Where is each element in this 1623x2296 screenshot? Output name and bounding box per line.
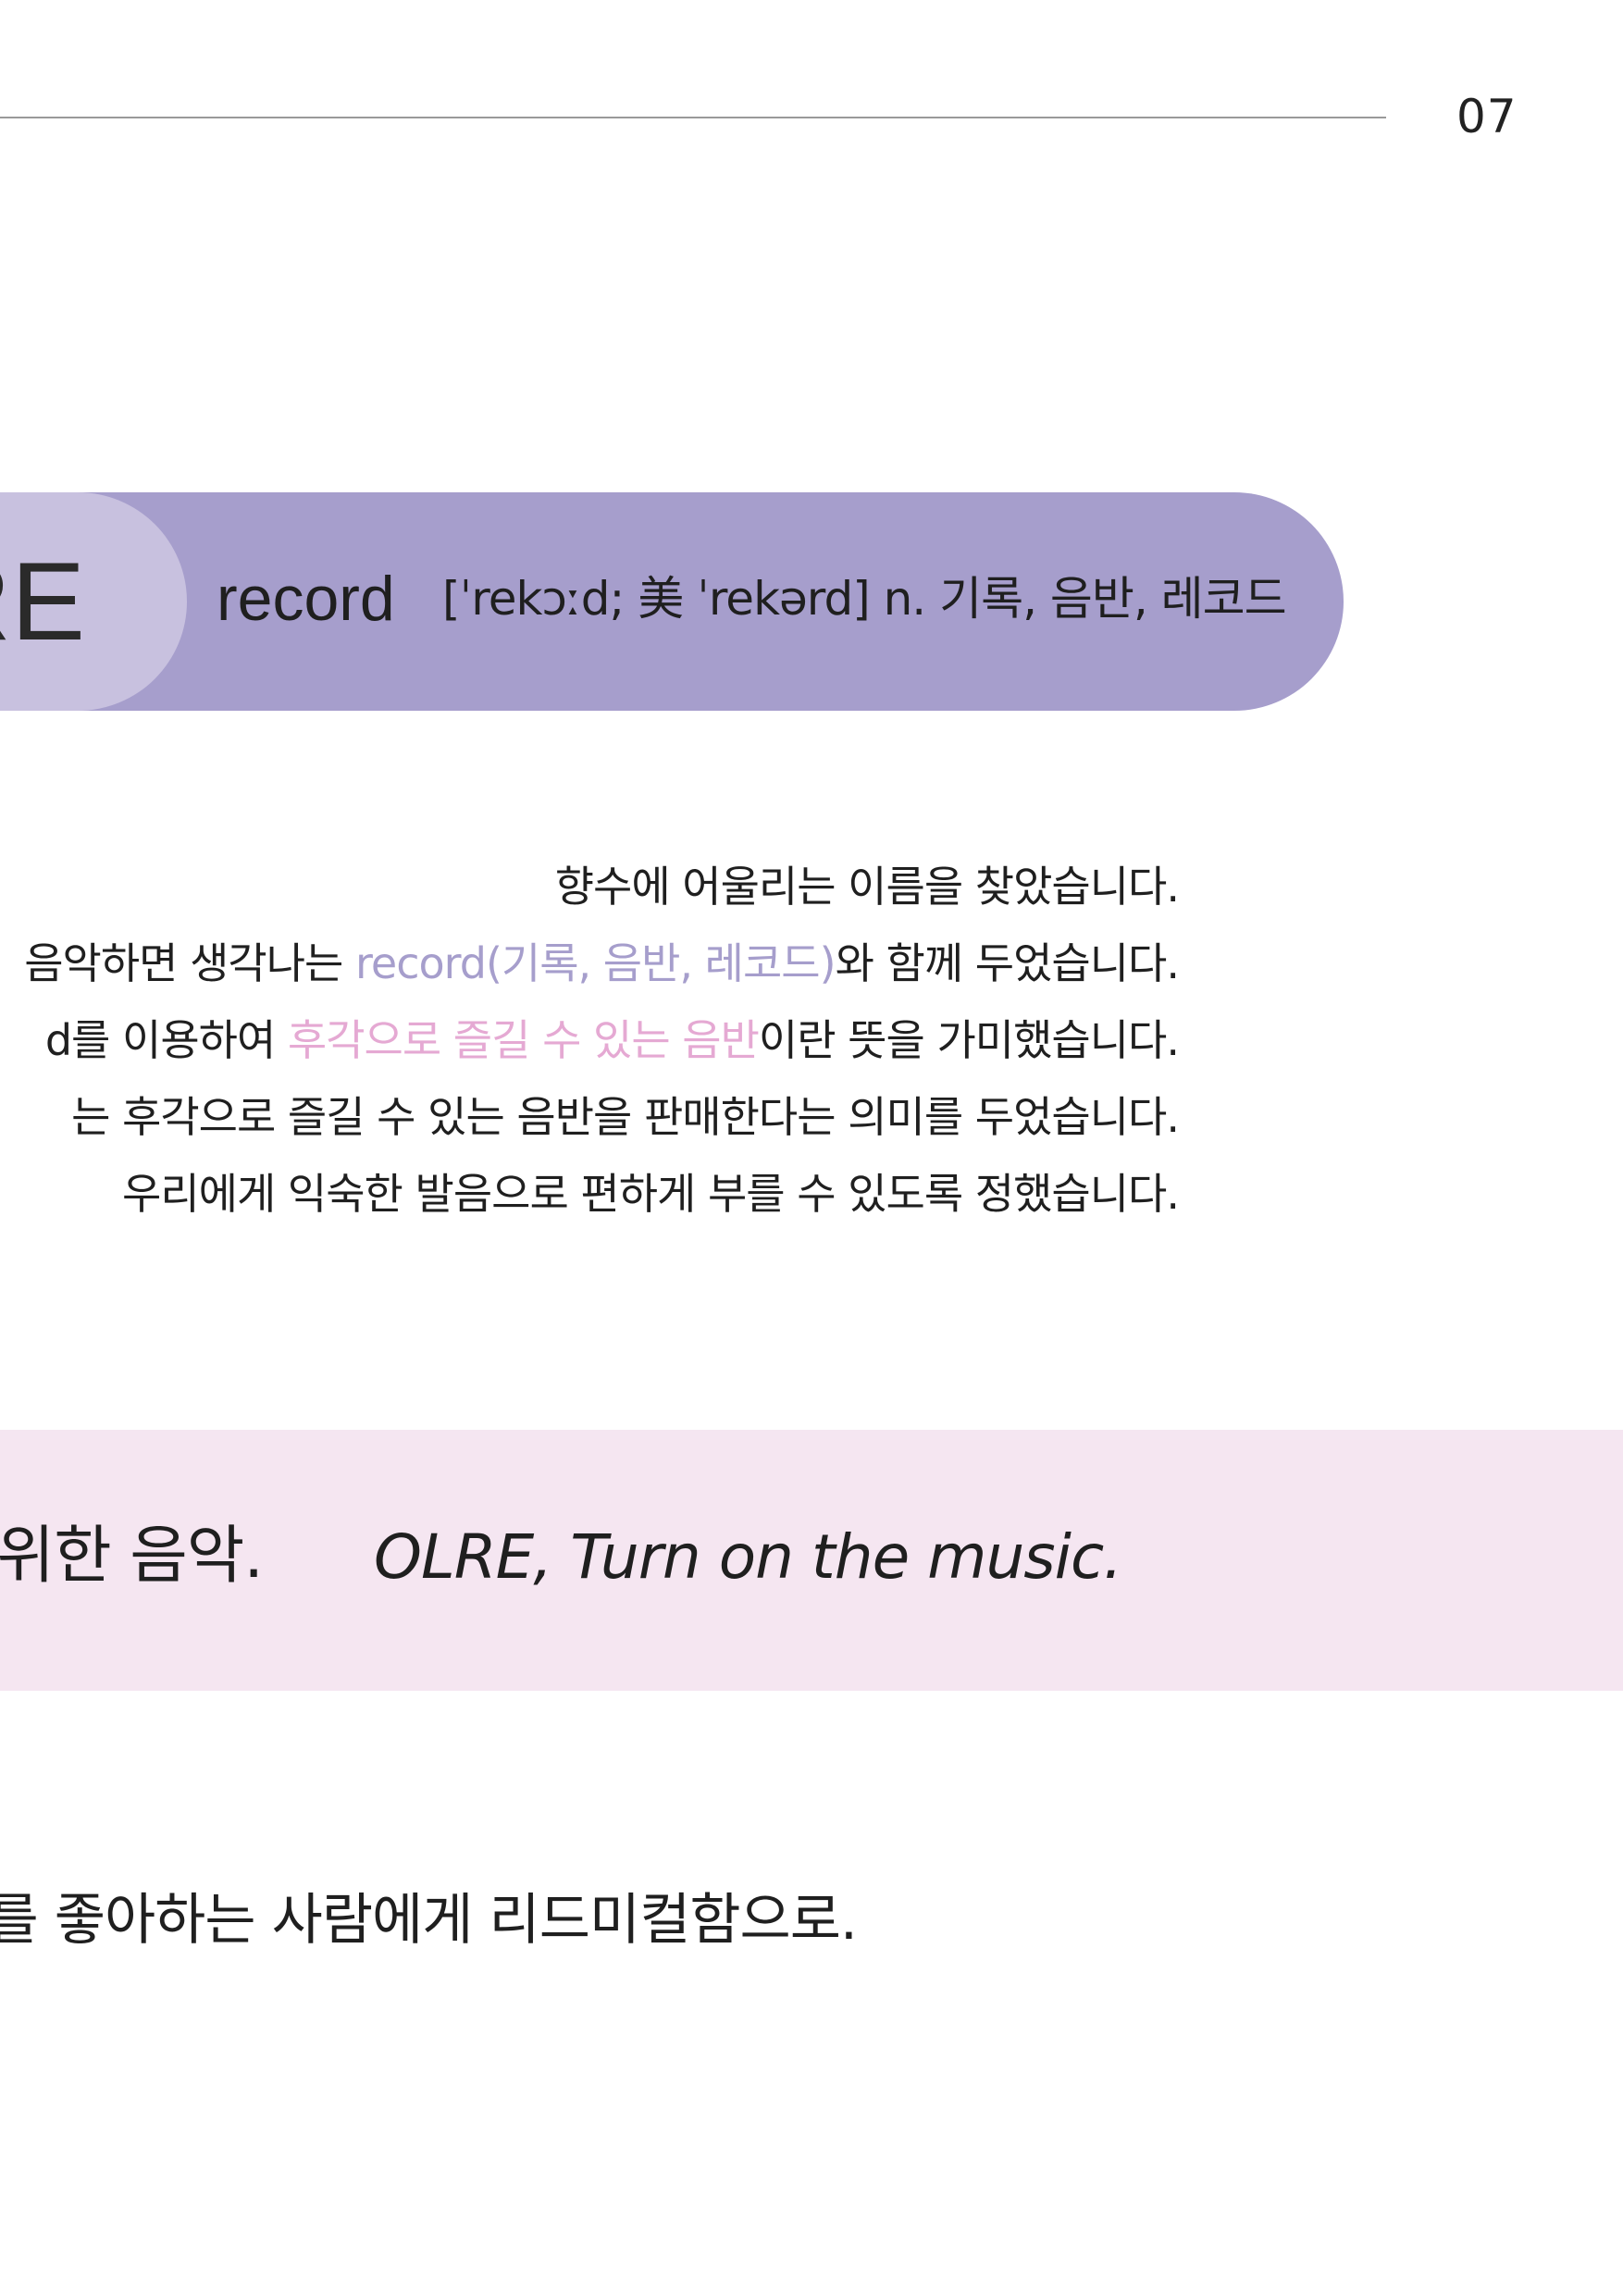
page-number: 07 <box>1456 90 1518 143</box>
slogan-korean-container: 위한 음악. <box>0 1508 268 1610</box>
naming-explanation: 향수에 어울리는 이름을 찾았습니다. 음악하면 생각나는 record(기록,… <box>0 861 1221 1249</box>
explanation-line-3: d를 이용하여 후각으로 즐길 수 있는 음반이란 뜻을 가미했습니다. <box>44 1014 1180 1066</box>
explanation-line-3-end: 이란 뜻을 가미했습니다. <box>758 1015 1180 1065</box>
explanation-line-2: 음악하면 생각나는 record(기록, 음반, 레코드)와 함께 두었습니다. <box>24 937 1180 989</box>
explanation-line-1: 향수에 어울리는 이름을 찾았습니다. <box>554 862 1180 912</box>
scent-record-highlight: 후각으로 즐길 수 있는 음반 <box>287 1015 760 1065</box>
slogan-english: OLRE, Turn on the music. <box>374 1521 1122 1593</box>
explanation-line-4: 는 후각으로 즐길 수 있는 음반을 판매한다는 의미를 두었습니다. <box>71 1092 1180 1142</box>
explanation-line-2-start: 음악하면 생각나는 <box>24 938 355 988</box>
explanation-line-5: 우리에게 익숙한 발음으로 편하게 부를 수 있도록 정했습니다. <box>122 1169 1180 1219</box>
definition-pronunciation: [ˈrekɔːd; 美 ˈrekərd] n. 기록, 음반, 레코드 <box>442 572 1287 626</box>
brand-logo-text: RE <box>0 540 85 664</box>
record-meaning-highlight: record(기록, 음반, 레코드) <box>355 938 836 988</box>
explanation-line-2-end: 와 함께 두었습니다. <box>835 938 1180 988</box>
closing-container: 를 좋아하는 사람에게 리드미컬함으로. <box>0 1879 861 1971</box>
definition-word: record <box>217 564 395 634</box>
slogan-korean: 위한 음악. <box>0 1520 264 1593</box>
explanation-line-3-start: d를 이용하여 <box>44 1015 288 1065</box>
header-rule <box>0 117 1386 118</box>
closing-statement: 를 좋아하는 사람에게 리드미컬함으로. <box>0 1888 858 1953</box>
